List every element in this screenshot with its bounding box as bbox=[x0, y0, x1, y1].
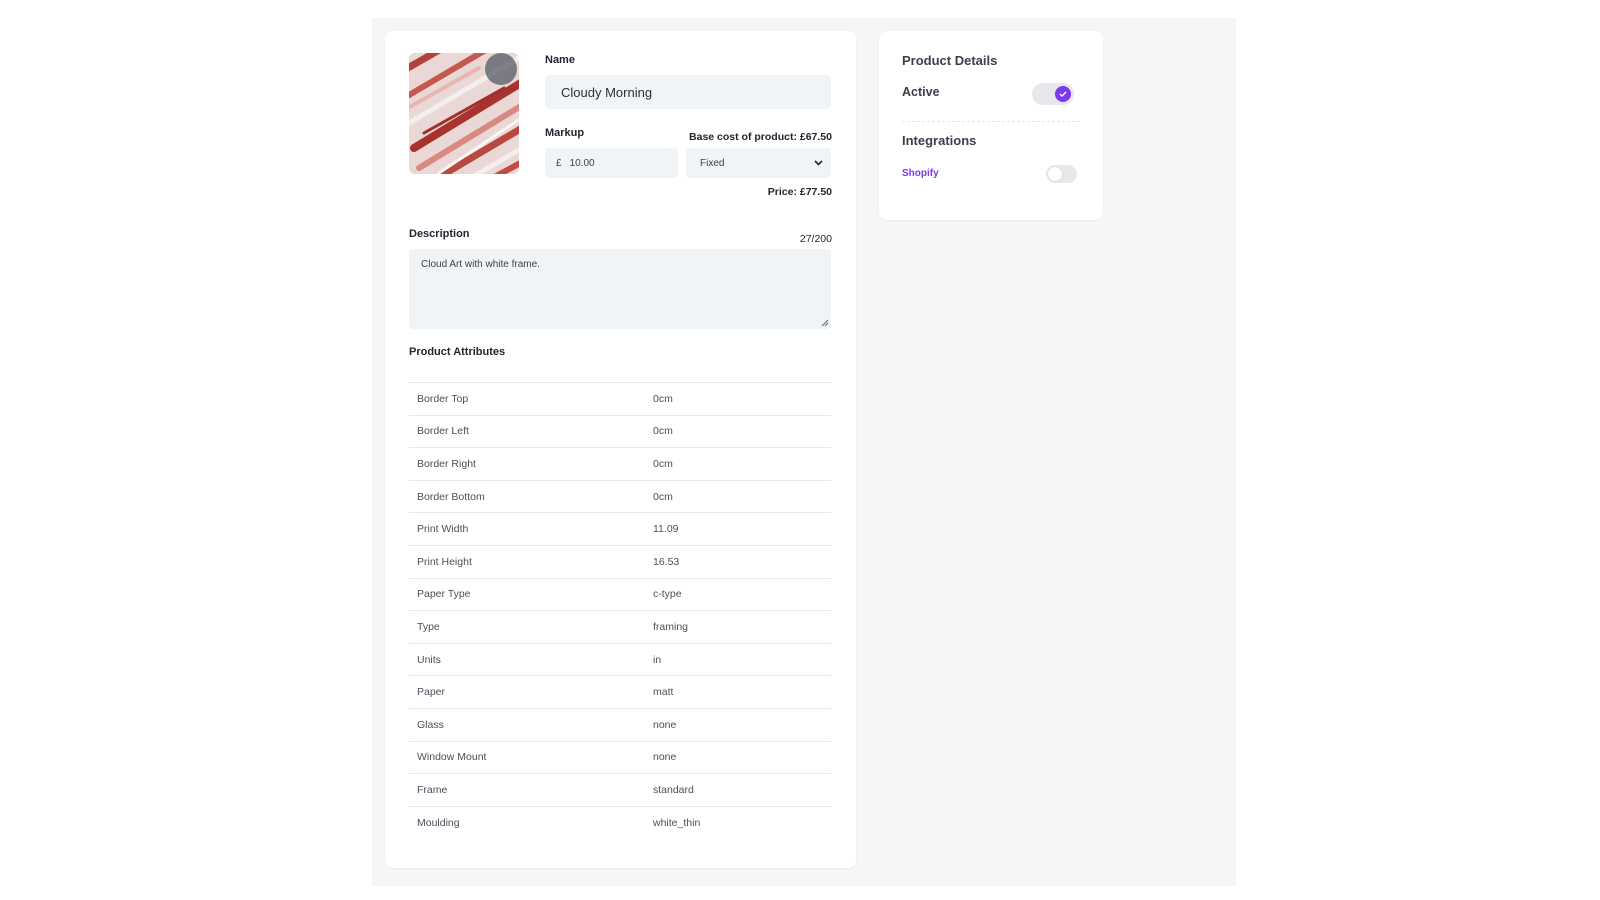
divider bbox=[902, 121, 1080, 122]
check-icon bbox=[1059, 91, 1067, 97]
product-image[interactable] bbox=[409, 53, 519, 174]
attribute-row: Glass none bbox=[409, 708, 831, 741]
product-art-thumbnail bbox=[409, 53, 519, 174]
attribute-row: Paper matt bbox=[409, 675, 831, 709]
attribute-row: Window Mount none bbox=[409, 741, 831, 774]
shopify-label: Shopify bbox=[902, 168, 939, 179]
attribute-name: Border Right bbox=[417, 457, 476, 470]
price-text: Price: £77.50 bbox=[767, 186, 832, 198]
attribute-value: 0cm bbox=[653, 425, 673, 438]
attribute-row: Type framing bbox=[409, 610, 831, 644]
attribute-name: Paper bbox=[417, 686, 446, 699]
attribute-name: Print Height bbox=[417, 555, 472, 568]
attribute-name: Type bbox=[417, 620, 440, 633]
attribute-value: standard bbox=[653, 783, 694, 796]
markup-input[interactable] bbox=[569, 157, 660, 169]
product-card: Name Markup Base cost of product: £67.50… bbox=[385, 31, 856, 868]
attributes-label: Product Attributes bbox=[409, 346, 506, 358]
attribute-value: none bbox=[653, 718, 677, 731]
attribute-name: Print Width bbox=[417, 523, 469, 536]
attribute-value: white_thin bbox=[653, 816, 701, 829]
name-input[interactable] bbox=[545, 75, 831, 109]
attribute-name: Units bbox=[417, 653, 441, 666]
attribute-row: Border Top 0cm bbox=[409, 382, 831, 416]
integrations-title: Integrations bbox=[902, 133, 977, 148]
attribute-row: Units in bbox=[409, 643, 831, 676]
description-label: Description bbox=[409, 228, 470, 240]
attribute-value: 0cm bbox=[653, 490, 673, 503]
resize-handle-icon[interactable] bbox=[821, 319, 829, 327]
name-label: Name bbox=[545, 54, 575, 66]
currency-symbol: £ bbox=[556, 157, 562, 169]
attribute-name: Frame bbox=[417, 783, 448, 796]
chevron-down-icon bbox=[814, 160, 823, 166]
attribute-name: Window Mount bbox=[417, 751, 487, 764]
active-toggle[interactable] bbox=[1032, 83, 1074, 105]
attribute-row: Border Right 0cm bbox=[409, 447, 831, 481]
attribute-row: Border Bottom 0cm bbox=[409, 480, 831, 513]
base-cost-text: Base cost of product: £67.50 bbox=[689, 131, 832, 143]
attribute-value: matt bbox=[653, 686, 674, 699]
attribute-value: 16.53 bbox=[653, 555, 680, 568]
attribute-row: Paper Type c-type bbox=[409, 578, 831, 611]
attribute-row: Print Width 11.09 bbox=[409, 512, 831, 546]
shopify-toggle[interactable] bbox=[1046, 165, 1077, 183]
attribute-name: Glass bbox=[417, 718, 444, 731]
active-label: Active bbox=[902, 85, 940, 99]
markup-field[interactable]: £ bbox=[545, 148, 678, 178]
description-char-count: 27/200 bbox=[799, 233, 832, 245]
attribute-value: 11.09 bbox=[653, 523, 679, 536]
attribute-row: Border Left 0cm bbox=[409, 415, 831, 448]
attribute-row: Print Height 16.53 bbox=[409, 545, 831, 578]
attributes-table: Border Top 0cm Border Left 0cm Border Right 0… bbox=[409, 382, 831, 839]
attribute-name: Border Bottom bbox=[417, 490, 485, 503]
attribute-name: Border Top bbox=[417, 392, 469, 405]
product-details-title: Product Details bbox=[902, 53, 998, 68]
page-canvas: Name Markup Base cost of product: £67.50… bbox=[372, 18, 1236, 886]
toggle-knob bbox=[1048, 167, 1062, 181]
description-textarea[interactable]: Cloud Art with white frame. bbox=[409, 249, 831, 329]
attribute-name: Border Left bbox=[417, 425, 469, 438]
attribute-row: Moulding white_thin bbox=[409, 806, 831, 839]
attribute-row: Frame standard bbox=[409, 773, 831, 807]
markup-type-select[interactable]: Fixed bbox=[686, 148, 831, 178]
attribute-name: Paper Type bbox=[417, 588, 471, 601]
attribute-value: 0cm bbox=[653, 392, 673, 405]
attribute-name: Moulding bbox=[417, 816, 460, 829]
attribute-value: framing bbox=[653, 620, 689, 633]
product-details-card: Product Details Active Integrations Shop… bbox=[879, 31, 1103, 220]
attribute-value: in bbox=[653, 653, 662, 666]
attribute-value: 0cm bbox=[653, 457, 673, 470]
markup-label: Markup bbox=[545, 127, 585, 139]
markup-type-value: Fixed bbox=[700, 157, 725, 169]
toggle-knob bbox=[1055, 86, 1071, 102]
attribute-value: c-type bbox=[653, 588, 682, 601]
attribute-value: none bbox=[653, 751, 677, 764]
